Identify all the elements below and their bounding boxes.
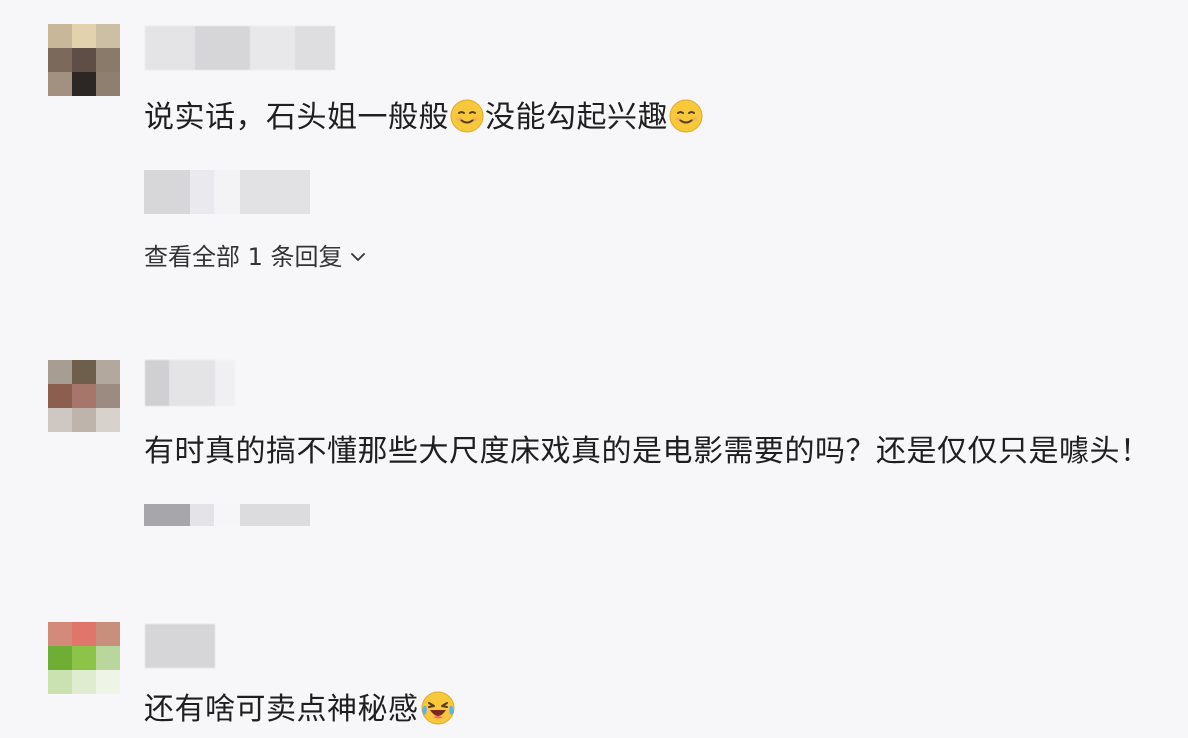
comment-text-part: 没能勾起兴趣	[485, 100, 668, 135]
comment-text: 还有啥可卖点神秘感	[144, 690, 457, 730]
chevron-down-icon	[350, 253, 365, 261]
username-blurred[interactable]	[145, 624, 215, 668]
username-blurred[interactable]	[145, 26, 335, 70]
slightly-smiling-face-icon	[450, 99, 484, 132]
avatar[interactable]	[48, 622, 120, 694]
comment-text-part: 有时真的搞不懂那些大尺度床戏真的是电影需要的吗？还是仅仅只是噱头！	[144, 434, 1151, 469]
comment-text-part: 还有啥可卖点神秘感	[144, 692, 419, 727]
avatar[interactable]	[48, 360, 120, 432]
view-replies-label: 查看全部 1 条回复	[144, 243, 343, 271]
comment-text: 有时真的搞不懂那些大尺度床戏真的是电影需要的吗？还是仅仅只是噱头！	[144, 432, 1151, 472]
slightly-smiling-face-icon	[669, 99, 703, 132]
avatar[interactable]	[48, 24, 120, 96]
comment-meta-blurred	[144, 170, 310, 214]
comment-text-part: 说实话，石头姐一般般	[144, 100, 449, 135]
view-replies-link[interactable]: 查看全部 1 条回复	[144, 240, 367, 274]
comment-text: 说实话，石头姐一般般 没能勾起兴趣	[144, 98, 704, 138]
username-blurred[interactable]	[145, 360, 235, 406]
laughing-crying-face-icon	[421, 691, 454, 724]
comment-meta-blurred	[144, 504, 310, 526]
